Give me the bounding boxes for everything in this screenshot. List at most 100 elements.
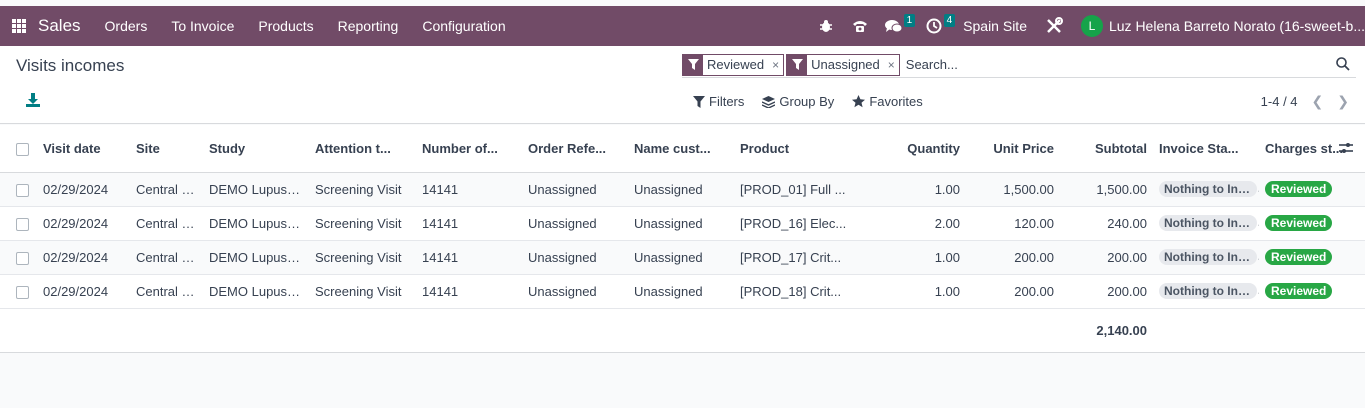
invoice-status-badge: Nothing to Inv... xyxy=(1159,215,1257,232)
cell-subtotal: 240.00 xyxy=(1060,206,1153,241)
column-header-product[interactable]: Product xyxy=(734,125,864,173)
cell-quantity: 1.00 xyxy=(864,172,966,207)
row-checkbox[interactable] xyxy=(16,251,29,265)
cell-name-customer: Unassigned xyxy=(628,172,734,207)
search-options: Filters Group By Favorites xyxy=(693,94,941,109)
cell-order-reference: Unassigned xyxy=(522,206,628,241)
cell-subtotal: 1,500.00 xyxy=(1060,172,1153,207)
menu-item-configuration[interactable]: Configuration xyxy=(410,6,517,46)
table-row[interactable]: 02/29/2024 Central Si... DEMO Lupus C... Sc… xyxy=(0,240,1365,275)
cell-product: [PROD_18] Crit... xyxy=(734,274,864,309)
cell-number: 14141 xyxy=(416,240,522,275)
invoice-status-badge: Nothing to Inv... xyxy=(1159,283,1257,300)
user-avatar[interactable]: L xyxy=(1080,15,1103,37)
column-header-number[interactable]: Number of... xyxy=(416,125,522,173)
star-icon xyxy=(852,95,866,108)
column-header-unit-price[interactable]: Unit Price xyxy=(966,125,1060,173)
column-header-quantity[interactable]: Quantity xyxy=(864,125,966,173)
invoice-status-badge: Nothing to Inv... xyxy=(1159,249,1257,266)
control-panel: Visits incomes Reviewed × Unassigned × F… xyxy=(0,46,1365,124)
invoice-status-badge: Nothing to Inv... xyxy=(1159,181,1257,198)
cell-subtotal: 200.00 xyxy=(1060,240,1153,275)
remove-facet-icon[interactable]: × xyxy=(768,55,783,75)
cell-site: Central Si... xyxy=(130,240,203,275)
cell-unit-price: 200.00 xyxy=(966,274,1060,309)
column-header-invoice-status[interactable]: Invoice Sta... xyxy=(1153,125,1259,173)
menu-item-products[interactable]: Products xyxy=(246,6,325,46)
site-switcher[interactable]: Spain Site xyxy=(963,18,1027,34)
facet-unassigned: Unassigned × xyxy=(786,53,900,76)
menu-item-to-invoice[interactable]: To Invoice xyxy=(159,6,246,46)
apps-grid-icon[interactable] xyxy=(12,19,26,33)
download-icon[interactable] xyxy=(25,92,41,108)
user-menu[interactable]: Luz Helena Barreto Norato (16-sweet-b... xyxy=(1109,18,1365,34)
activity-clock-icon[interactable]: 4 xyxy=(921,6,956,46)
cell-attention-type: Screening Visit xyxy=(309,240,416,275)
messages-badge: 1 xyxy=(903,14,916,27)
column-header-name-customer[interactable]: Name cust... xyxy=(628,125,734,173)
app-name[interactable]: Sales xyxy=(38,16,81,36)
table-footer-row: 2,140.00 xyxy=(0,308,1365,352)
cell-study: DEMO Lupus C... xyxy=(203,274,309,309)
cell-site: Central Si... xyxy=(130,206,203,241)
facet-label: Reviewed xyxy=(707,56,765,72)
top-navbar: Sales Orders To Invoice Products Reporti… xyxy=(0,6,1365,46)
menu-item-reporting[interactable]: Reporting xyxy=(326,6,411,46)
cell-product: [PROD_01] Full ... xyxy=(734,172,864,207)
page-title: Visits incomes xyxy=(16,56,125,75)
filter-funnel-icon xyxy=(787,54,808,75)
search-icon[interactable] xyxy=(1336,57,1350,71)
cell-site: Central Si... xyxy=(130,172,203,207)
search-bar: Reviewed × Unassigned × xyxy=(682,52,1356,78)
facet-reviewed: Reviewed × xyxy=(682,53,785,76)
filters-button[interactable]: Filters xyxy=(693,94,744,109)
select-all-checkbox[interactable] xyxy=(16,142,29,156)
cell-product: [PROD_16] Elec... xyxy=(734,206,864,241)
cell-order-reference: Unassigned xyxy=(522,240,628,275)
table-header-row: Visit date Site Study Attention t... Num… xyxy=(0,125,1365,173)
charges-status-badge: Reviewed xyxy=(1265,215,1333,232)
cell-visit-date: 02/29/2024 xyxy=(37,240,130,275)
cell-unit-price: 1,500.00 xyxy=(966,172,1060,207)
chevron-left-icon[interactable]: ❮ xyxy=(1312,93,1324,110)
cell-quantity: 1.00 xyxy=(864,274,966,309)
row-checkbox[interactable] xyxy=(16,217,29,231)
favorites-button[interactable]: Favorites xyxy=(852,94,923,109)
cell-study: DEMO Lupus C... xyxy=(203,172,309,207)
column-header-subtotal[interactable]: Subtotal xyxy=(1060,125,1153,173)
column-header-study[interactable]: Study xyxy=(203,125,309,173)
menu-item-orders[interactable]: Orders xyxy=(93,6,160,46)
filter-funnel-icon xyxy=(683,54,703,75)
optional-columns-icon[interactable] xyxy=(1339,142,1353,157)
row-checkbox[interactable] xyxy=(16,183,29,197)
cell-name-customer: Unassigned xyxy=(628,240,734,275)
column-header-attention-type[interactable]: Attention t... xyxy=(309,125,416,173)
chevron-right-icon[interactable]: ❯ xyxy=(1337,93,1349,110)
table-row[interactable]: 02/29/2024 Central Si... DEMO Lupus C... Sc… xyxy=(0,274,1365,309)
column-header-visit-date[interactable]: Visit date xyxy=(37,125,130,173)
tools-icon[interactable] xyxy=(1043,6,1065,46)
search-input[interactable] xyxy=(905,57,1326,72)
cell-number: 14141 xyxy=(416,172,522,207)
column-header-order-reference[interactable]: Order Refe... xyxy=(522,125,628,173)
group-by-label: Group By xyxy=(779,94,835,109)
row-checkbox[interactable] xyxy=(16,285,29,299)
messages-icon[interactable]: 1 xyxy=(881,6,916,46)
pager-value[interactable]: 1-4 / 4 xyxy=(1261,94,1298,109)
layers-icon xyxy=(762,95,776,108)
table-row[interactable]: 02/29/2024 Central Si... DEMO Lupus C... Sc… xyxy=(0,172,1365,207)
cell-attention-type: Screening Visit xyxy=(309,206,416,241)
group-by-button[interactable]: Group By xyxy=(762,94,834,109)
cell-unit-price: 200.00 xyxy=(966,240,1060,275)
filters-label: Filters xyxy=(709,94,745,109)
pager: 1-4 / 4 ❮ ❯ xyxy=(1261,93,1349,110)
phone-icon[interactable] xyxy=(847,6,873,46)
charges-status-badge: Reviewed xyxy=(1265,249,1333,266)
cell-attention-type: Screening Visit xyxy=(309,274,416,309)
subtotal-total: 2,140.00 xyxy=(1060,308,1153,352)
remove-facet-icon[interactable]: × xyxy=(884,55,899,75)
cell-order-reference: Unassigned xyxy=(522,172,628,207)
table-row[interactable]: 02/29/2024 Central Si... DEMO Lupus C... Sc… xyxy=(0,206,1365,241)
column-header-site[interactable]: Site xyxy=(130,125,203,173)
bug-icon[interactable] xyxy=(813,6,839,46)
